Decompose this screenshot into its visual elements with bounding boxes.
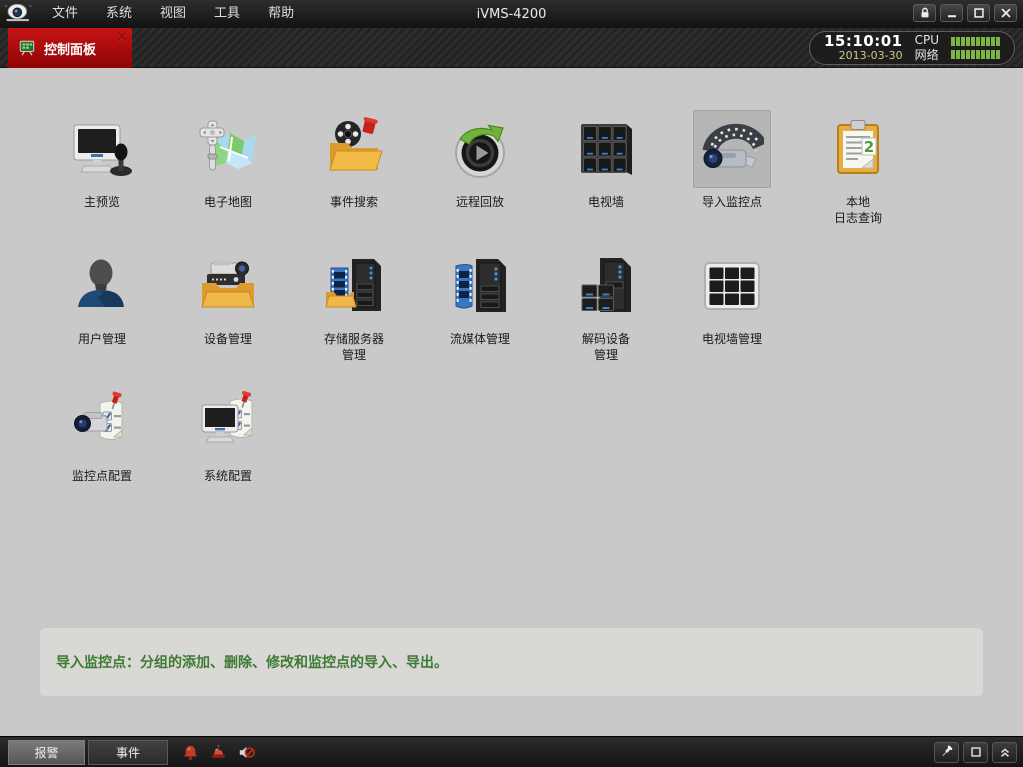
close-button[interactable] bbox=[994, 4, 1017, 22]
alert-icons bbox=[182, 744, 255, 761]
tab-control-panel[interactable]: 控制面板 ✕ bbox=[8, 28, 132, 68]
launcher-remote-playback[interactable]: 远程回放 bbox=[417, 110, 543, 226]
launcher-label: 设备管理 bbox=[204, 331, 252, 347]
network-usage-bar bbox=[951, 50, 1000, 59]
menu-item-view[interactable]: 视图 bbox=[146, 0, 200, 28]
launcher-label: 监控点配置 bbox=[72, 468, 132, 484]
camera-configuration-icon bbox=[63, 384, 141, 462]
launcher-label: 本地日志查询 bbox=[834, 194, 882, 226]
clock-date: 2013-03-30 bbox=[824, 49, 903, 62]
launcher-user-management[interactable]: 用户管理 bbox=[39, 247, 165, 363]
launcher-main-preview[interactable]: 主预览 bbox=[39, 110, 165, 226]
cpu-usage-bar bbox=[951, 37, 1000, 46]
lock-icon bbox=[918, 6, 932, 20]
close-icon bbox=[999, 6, 1013, 20]
launcher-label: 电子地图 bbox=[204, 194, 252, 210]
menubar: 文件系统视图工具帮助 bbox=[38, 0, 308, 28]
alarm-bell-icon[interactable] bbox=[182, 744, 199, 761]
launcher-decoding-device-management[interactable]: 解码设备管理 bbox=[543, 247, 669, 363]
launcher-grid: 主预览 电子地图 事件搜索 远程回放 电视墙 导入监控点 2 本地日志查询用户管理 设备管理 存储… bbox=[0, 68, 1023, 484]
launcher-tv-wall-management[interactable]: 电视墙管理 bbox=[669, 247, 795, 363]
launcher-device-management[interactable]: 设备管理 bbox=[165, 247, 291, 363]
tabbar: 控制面板 ✕ 15:10:01 2013-03-30 CPU 网络 bbox=[0, 28, 1023, 68]
launcher-label: 流媒体管理 bbox=[450, 331, 510, 347]
mute-speaker-icon[interactable] bbox=[238, 744, 255, 761]
launcher-label: 事件搜索 bbox=[330, 194, 378, 210]
event-tab-button[interactable]: 事件 bbox=[88, 740, 168, 765]
launcher-label: 存储服务器管理 bbox=[324, 331, 384, 363]
tv-wall-management-icon bbox=[693, 247, 771, 325]
menu-item-file[interactable]: 文件 bbox=[38, 0, 92, 28]
launcher-label: 主预览 bbox=[84, 194, 120, 210]
decoding-device-management-icon bbox=[567, 247, 645, 325]
pin-button[interactable] bbox=[934, 742, 959, 763]
statusbar: 报警 事件 bbox=[0, 736, 1023, 767]
device-management-icon bbox=[189, 247, 267, 325]
network-label: 网络 bbox=[915, 49, 939, 62]
description-text: 导入监控点：分组的添加、删除、修改和监控点的导入、导出。 bbox=[56, 652, 448, 672]
window-controls bbox=[913, 4, 1017, 22]
launcher-label: 用户管理 bbox=[78, 331, 126, 347]
stream-media-management-icon bbox=[441, 247, 519, 325]
minimize-button[interactable] bbox=[940, 4, 963, 22]
menu-item-system[interactable]: 系统 bbox=[92, 0, 146, 28]
description-panel: 导入监控点：分组的添加、删除、修改和监控点的导入、导出。 bbox=[40, 628, 983, 696]
launcher-event-search[interactable]: 事件搜索 bbox=[291, 110, 417, 226]
clock-time: 15:10:01 bbox=[824, 34, 903, 49]
alarm-tab-button[interactable]: 报警 bbox=[8, 740, 85, 765]
launcher-label: 导入监控点 bbox=[702, 194, 762, 210]
control-panel-main: 主预览 电子地图 事件搜索 远程回放 电视墙 导入监控点 2 本地日志查询用户管理 设备管理 存储… bbox=[0, 68, 1023, 736]
restore-button[interactable] bbox=[963, 742, 988, 763]
app-logo-camera-icon bbox=[0, 0, 38, 28]
collapse-up-icon bbox=[998, 745, 1012, 759]
launcher-e-map[interactable]: 电子地图 bbox=[165, 110, 291, 226]
titlebar: 文件系统视图工具帮助 iVMS-4200 bbox=[0, 0, 1023, 28]
import-camera-icon bbox=[693, 110, 771, 188]
launcher-import-camera[interactable]: 导入监控点 bbox=[669, 110, 795, 226]
launcher-label: 解码设备管理 bbox=[582, 331, 630, 363]
e-map-icon bbox=[189, 110, 267, 188]
siren-icon[interactable] bbox=[210, 744, 227, 761]
launcher-stream-media-management[interactable]: 流媒体管理 bbox=[417, 247, 543, 363]
menu-item-help[interactable]: 帮助 bbox=[254, 0, 308, 28]
launcher-label: 系统配置 bbox=[204, 468, 252, 484]
main-preview-icon bbox=[63, 110, 141, 188]
launcher-tv-wall[interactable]: 电视墙 bbox=[543, 110, 669, 226]
restore-icon bbox=[969, 745, 983, 759]
maximize-icon bbox=[972, 6, 986, 20]
launcher-storage-server-management[interactable]: 存储服务器管理 bbox=[291, 247, 417, 363]
svg-text:2: 2 bbox=[864, 138, 874, 156]
maximize-button[interactable] bbox=[967, 4, 990, 22]
storage-server-management-icon bbox=[315, 247, 393, 325]
local-log-icon: 2 bbox=[819, 110, 897, 188]
control-panel-icon bbox=[18, 39, 36, 57]
launcher-camera-configuration[interactable]: 监控点配置 bbox=[39, 384, 165, 484]
event-search-icon bbox=[315, 110, 393, 188]
status-panel: 15:10:01 2013-03-30 CPU 网络 bbox=[809, 31, 1015, 65]
pin-icon bbox=[940, 745, 954, 759]
launcher-label: 电视墙管理 bbox=[702, 331, 762, 347]
statusbar-right-controls bbox=[934, 742, 1017, 763]
menu-item-tools[interactable]: 工具 bbox=[200, 0, 254, 28]
lock-button[interactable] bbox=[913, 4, 936, 22]
launcher-label: 电视墙 bbox=[588, 194, 624, 210]
cpu-label: CPU bbox=[915, 34, 939, 47]
tab-close-icon[interactable]: ✕ bbox=[117, 30, 127, 44]
launcher-label: 远程回放 bbox=[456, 194, 504, 210]
launcher-system-configuration[interactable]: 系统配置 bbox=[165, 384, 291, 484]
minimize-icon bbox=[945, 6, 959, 20]
user-management-icon bbox=[63, 247, 141, 325]
collapse-up-button[interactable] bbox=[992, 742, 1017, 763]
system-configuration-icon bbox=[189, 384, 267, 462]
remote-playback-icon bbox=[441, 110, 519, 188]
launcher-local-log[interactable]: 2 本地日志查询 bbox=[795, 110, 921, 226]
tab-label: 控制面板 bbox=[44, 39, 96, 58]
tv-wall-icon bbox=[567, 110, 645, 188]
